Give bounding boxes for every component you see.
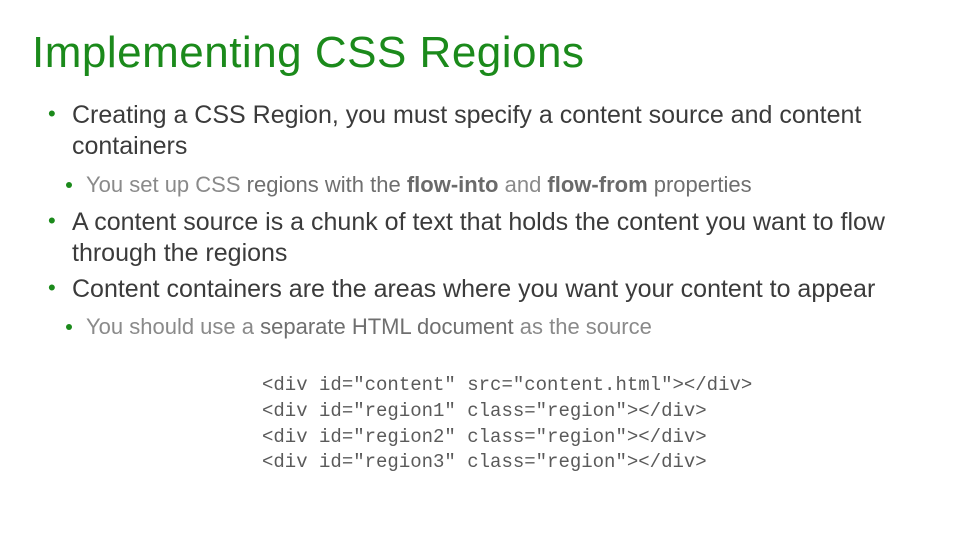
sub1-b: regions with the [247,172,407,197]
bullet-1: Creating a CSS Region, you must specify … [42,98,947,165]
sub1-and: and [498,172,547,197]
bullet-1-text-mid: and [724,101,780,129]
sub1-flow-from: flow-from [547,172,647,197]
sub2-c: as the source [514,314,652,339]
bullet-1-text-a: Creating a CSS Region, you must specify … [72,101,560,129]
sub-bullet-list-2: You should use a separate HTML document … [60,311,947,344]
sub1-c: properties [648,172,752,197]
code-line-4: <div id="region3" class="region"></div> [262,451,707,473]
sub1-flow-into: flow-into [407,172,499,197]
bullet-list: Creating a CSS Region, you must specify … [42,98,947,165]
bullet-2-text: A content source is a chunk of text that… [72,208,885,267]
bullet-2: A content source is a chunk of text that… [42,205,947,272]
code-line-2: <div id="region1" class="region"></div> [262,400,707,422]
code-block: <div id="content" src="content.html"></d… [262,373,947,476]
sub2-b: separate HTML document [260,314,514,339]
bullet-list-2: A content source is a chunk of text that… [42,205,947,307]
sub1-a: You set up CSS [86,172,247,197]
bullet-1-highlight-1: content source [560,101,724,129]
sub-bullet-2: You should use a separate HTML document … [60,311,947,344]
slide: Implementing CSS Regions Creating a CSS … [0,0,979,496]
code-line-3: <div id="region2" class="region"></div> [262,426,707,448]
slide-title: Implementing CSS Regions [32,28,947,78]
sub2-a: You should use a [86,314,260,339]
code-line-1: <div id="content" src="content.html"></d… [262,374,752,396]
bullet-3: Content containers are the areas where y… [42,272,947,307]
bullet-3-text: Content containers are the areas where y… [72,275,875,303]
sub-bullet-1: You set up CSS regions with the flow-int… [60,169,947,202]
sub-bullet-list-1: You set up CSS regions with the flow-int… [60,169,947,202]
